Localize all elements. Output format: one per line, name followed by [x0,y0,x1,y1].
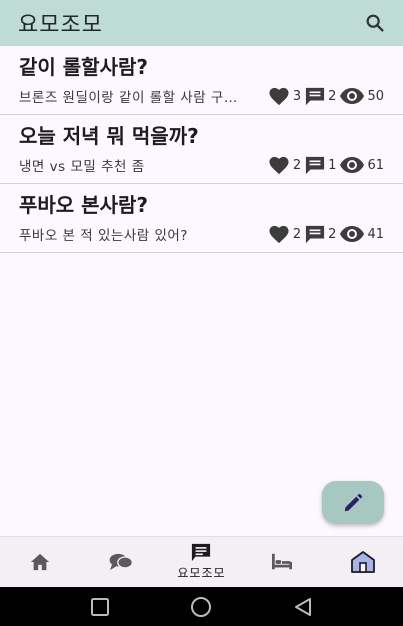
post-list: 같이 롤할사람? 브론즈 원딜이랑 같이 롤할 사람 구해요 3 2 50 오늘… [0,46,403,253]
board-icon [192,543,211,562]
write-post-button[interactable] [322,481,384,524]
heart-icon [269,87,289,106]
nav-house[interactable] [322,537,403,587]
eye-icon [340,226,365,242]
search-icon [366,14,384,32]
heart-icon [269,156,289,175]
nav-board-label: 요모조모 [177,566,226,580]
nav-home[interactable] [0,537,81,587]
view-count: 41 [367,226,384,242]
like-count: 3 [292,88,302,104]
bed-icon [272,553,293,570]
app-bar: 요모조모 [0,0,403,46]
comment-count: 2 [328,88,337,104]
eye-icon [340,157,365,173]
comment-icon [306,225,325,244]
post-preview: 푸바오 본 적 있는사람 있어? [19,228,188,244]
back-icon[interactable] [292,596,314,618]
comment-count: 2 [328,226,337,242]
post-stats: 3 2 50 [267,86,387,106]
view-count: 50 [367,88,384,104]
post-item[interactable]: 오늘 저녁 뭐 먹을까? 냉면 vs 모밀 추천 좀 2 1 61 [0,115,403,184]
home-icon [31,553,50,571]
post-preview: 냉면 vs 모밀 추천 좀 [19,159,145,175]
heart-icon [269,225,289,244]
bottom-navigation: 요모조모 [0,536,403,587]
comment-icon [306,156,325,175]
post-stats: 2 2 41 [267,224,387,244]
post-item[interactable]: 같이 롤할사람? 브론즈 원딜이랑 같이 롤할 사람 구해요 3 2 50 [0,46,403,115]
post-title: 같이 롤할사람? [19,55,148,79]
search-button[interactable] [361,9,389,37]
post-preview: 브론즈 원딜이랑 같이 롤할 사람 구해요 [19,90,241,106]
system-navigation-bar [0,587,403,626]
post-title: 오늘 저녁 뭐 먹을까? [19,124,199,148]
home-circle-icon[interactable] [189,595,213,619]
nav-bed[interactable] [242,537,323,587]
post-stats: 2 1 61 [267,155,387,175]
nav-chat[interactable] [81,537,162,587]
comment-icon [306,87,325,106]
app-title: 요모조모 [18,13,103,38]
comment-count: 1 [328,157,337,173]
eye-icon [340,88,365,104]
like-count: 2 [292,157,302,173]
recents-icon[interactable] [89,596,111,618]
house-icon [350,551,375,573]
view-count: 61 [367,157,384,173]
nav-board[interactable]: 요모조모 [161,537,242,587]
post-item[interactable]: 푸바오 본사람? 푸바오 본 적 있는사람 있어? 2 2 41 [0,184,403,253]
edit-icon [344,493,363,511]
chat-icon [109,553,133,571]
post-title: 푸바오 본사람? [19,193,148,217]
like-count: 2 [292,226,302,242]
